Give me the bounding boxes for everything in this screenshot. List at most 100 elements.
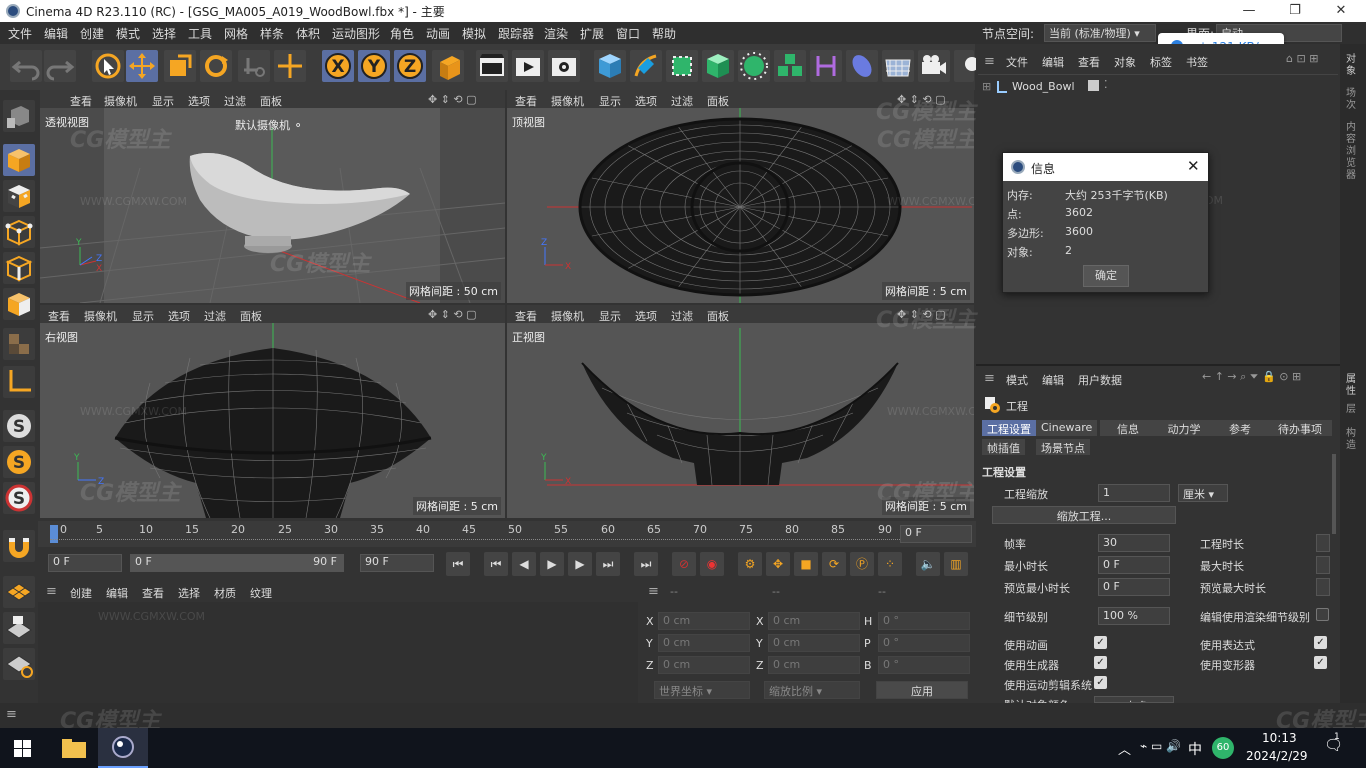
strip-tab-structure[interactable]: 构造 [1346,428,1360,452]
render-lod-checkbox[interactable] [1316,608,1329,621]
ok-button[interactable]: 确定 [1083,265,1129,287]
subdivision-surface-button[interactable] [666,50,698,82]
om-menu-view[interactable]: 查看 [1078,54,1100,70]
key-scale-button[interactable]: ■ [794,552,818,576]
viewport-front[interactable]: 查看 摄像机 显示 选项 过滤 面板 ✥ ⇕ ⟲ ▢ 正视图 YX 网格间距 :… [507,305,974,518]
mat-menu-select[interactable]: 选择 [178,585,200,601]
scale-tool-button[interactable] [164,50,196,82]
project-scale-field[interactable]: 1 [1098,484,1170,502]
menu-mesh[interactable]: 网格 [224,25,248,42]
model-mode-button[interactable] [3,144,35,176]
strip-tab-takes[interactable]: 场次 [1346,88,1360,112]
menu-tracker[interactable]: 跟踪器 [498,25,534,42]
lod-field[interactable]: 100 % [1098,607,1170,625]
use-animation-checkbox[interactable]: ✓ [1094,636,1107,649]
network-tray-icon[interactable]: ⌁ ▭ 🔊 [1140,739,1181,753]
use-motion-system-checkbox[interactable]: ✓ [1094,676,1107,689]
attr-scrollbar[interactable] [1332,454,1336,534]
menu-render[interactable]: 渲染 [544,25,568,42]
pen-tool-button[interactable] [630,50,662,82]
environment-button[interactable] [882,50,914,82]
om-menu-bookmarks[interactable]: 书签 [1186,54,1208,70]
tray-chevron-icon[interactable]: ︿ [1118,739,1131,758]
live-selection-button[interactable] [92,50,124,82]
use-expressions-checkbox[interactable]: ✓ [1314,636,1327,649]
mat-menu-texture[interactable]: 纹理 [250,585,272,601]
make-editable-button[interactable] [3,100,35,132]
cube-object-button[interactable] [594,50,626,82]
strip-tab-objects[interactable]: 对象 [1346,54,1360,78]
move-tool-button[interactable] [126,50,158,82]
render-settings-button[interactable] [548,50,580,82]
record-keys-button[interactable]: ⊘ [672,552,696,576]
menu-extensions[interactable]: 扩展 [580,25,604,42]
vp-menu-options[interactable]: 选项 [635,93,657,109]
position-y-field[interactable]: 0 cm [658,634,750,652]
tab-todo[interactable]: 待办事项 [1268,420,1332,436]
windows-start-icon[interactable] [14,740,31,757]
vp-menu-display[interactable]: 显示 [152,93,174,109]
cloner-button[interactable] [738,50,770,82]
vp-menu-view[interactable]: 查看 [70,93,92,109]
viewport-nav-icons[interactable]: ✥ ⇕ ⟲ ▢ [897,308,946,321]
vp-menu-panel[interactable]: 面板 [707,308,729,324]
node-space-select[interactable]: 当前 (标准/物理) ▾ [1044,24,1156,42]
axis-mode-button[interactable] [3,366,35,398]
project-scale-unit[interactable]: 厘米 ▾ [1178,484,1228,502]
coordinate-system-button[interactable] [432,50,464,82]
rotation-h-field[interactable]: 0 ° [878,612,970,630]
locked-workplane-button[interactable] [3,612,35,644]
recent-tools-button[interactable] [238,50,270,82]
material-list[interactable] [38,602,638,703]
size-y-field[interactable]: 0 cm [768,634,860,652]
mat-menu-edit[interactable]: 编辑 [106,585,128,601]
om-nav-icons[interactable]: ⌂ ⊡ ⊞ [1286,52,1318,65]
preview-min-field[interactable]: 0 F [1098,578,1170,596]
menu-create[interactable]: 创建 [80,25,104,42]
mat-menu-view[interactable]: 查看 [142,585,164,601]
tab-dynamics[interactable]: 动力学 [1156,420,1212,436]
rotation-b-field[interactable]: 0 ° [878,656,970,674]
menu-mode[interactable]: 模式 [116,25,140,42]
hamburger-icon[interactable]: ≡ [984,371,995,386]
tab-reference[interactable]: 参考 [1212,420,1268,436]
mat-menu-material[interactable]: 材质 [214,585,236,601]
menu-window[interactable]: 窗口 [616,25,640,42]
vp-menu-display[interactable]: 显示 [599,93,621,109]
viewport-perspective[interactable]: 查看 摄像机 显示 选项 过滤 面板 ✥ ⇕ ⟲ ▢ 透视视图 默认摄像机 ⚬ … [40,90,505,303]
workplane-button[interactable] [3,530,35,562]
polygons-mode-button[interactable] [3,288,35,320]
enable-snap-button[interactable]: S [3,410,35,442]
menu-edit[interactable]: 编辑 [44,25,68,42]
extrude-button[interactable] [702,50,734,82]
max-time-field[interactable] [1316,556,1330,574]
am-menu-user-data[interactable]: 用户数据 [1078,372,1122,388]
next-key-button[interactable]: ⏭ [596,552,620,576]
go-to-end-button[interactable]: ⏭ [634,552,658,576]
om-menu-tags[interactable]: 标签 [1150,54,1172,70]
menu-volume[interactable]: 体积 [296,25,320,42]
go-to-start-button[interactable]: ⏮ [446,552,470,576]
prev-frame-button[interactable]: ◀ [512,552,536,576]
om-menu-file[interactable]: 文件 [1006,54,1028,70]
bend-deformer-button[interactable] [810,50,842,82]
uv-mode-button[interactable] [3,328,35,360]
vp-menu-filter[interactable]: 过滤 [671,93,693,109]
vp-menu-camera[interactable]: 摄像机 [551,308,584,324]
ime-indicator[interactable]: 中 [1188,739,1202,759]
next-frame-button[interactable]: ▶ [568,552,592,576]
project-time-field[interactable] [1316,534,1330,552]
use-generators-checkbox[interactable]: ✓ [1094,656,1107,669]
vp-menu-panel[interactable]: 面板 [260,93,282,109]
render-view-button[interactable] [476,50,508,82]
am-nav-icons[interactable]: ← ↑ → ⌕ ⏷ 🔒 ⊙ ⊞ [1202,370,1301,384]
viewport-right[interactable]: 查看 摄像机 显示 选项 过滤 面板 ✥ ⇕ ⟲ ▢ 右视图 YZ 网格间距 :… [40,305,505,518]
menu-help[interactable]: 帮助 [652,25,676,42]
file-explorer-icon[interactable] [62,738,86,758]
world-coords-select[interactable]: 世界坐标 ▾ [654,681,750,699]
menu-select[interactable]: 选择 [152,25,176,42]
scale-project-button[interactable]: 缩放工程... [992,506,1176,524]
transform-tool-button[interactable] [274,50,306,82]
use-deformers-checkbox[interactable]: ✓ [1314,656,1327,669]
position-x-field[interactable]: 0 cm [658,612,750,630]
